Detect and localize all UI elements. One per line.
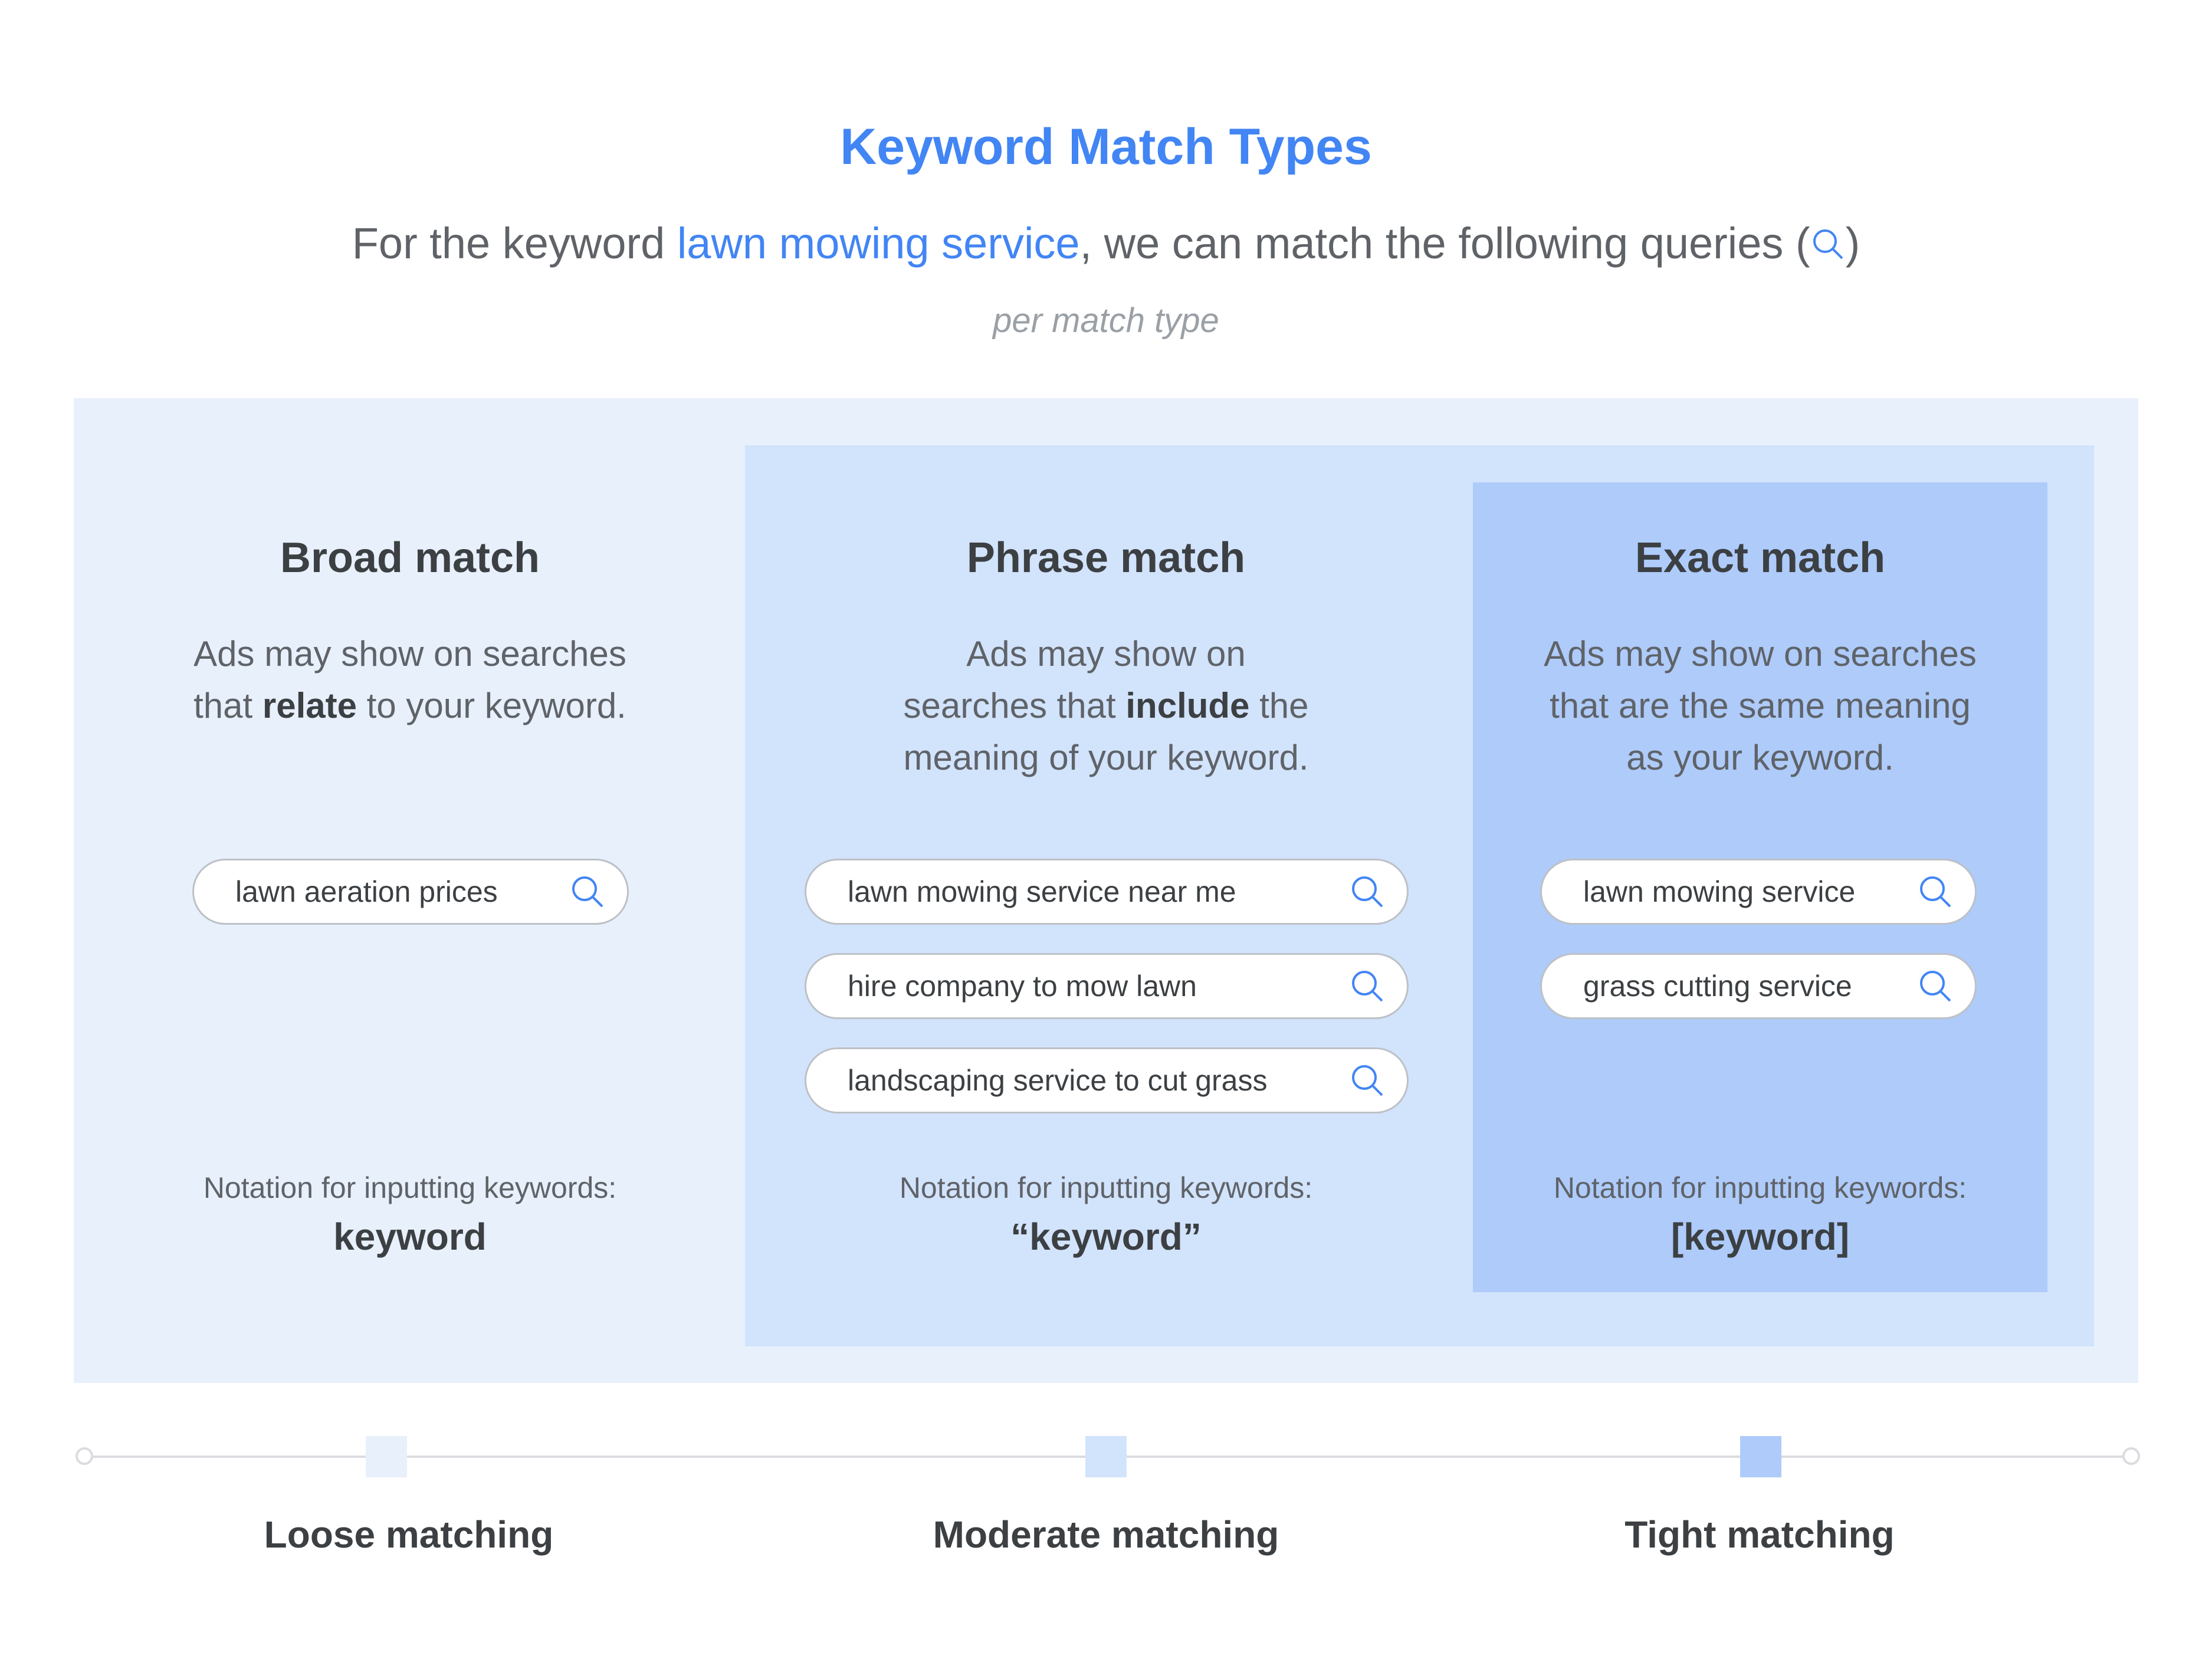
desc-text: Ads may show on searches — [1544, 634, 1977, 674]
desc-text: that — [193, 686, 262, 725]
notation-value: [keyword] — [1671, 1215, 1850, 1258]
description-line: Ads may show on searches — [130, 628, 690, 680]
column-phrase-match: Phrase match Ads may show on searches th… — [802, 0, 1410, 1356]
desc-text: to your keyword. — [357, 686, 626, 725]
desc-text: as your keyword. — [1626, 738, 1894, 777]
scale-marker-tight — [1740, 1436, 1781, 1477]
scale-end-endpoint — [2122, 1447, 2140, 1465]
search-icon[interactable] — [1917, 873, 1954, 910]
scale-start-endpoint — [76, 1447, 93, 1465]
search-icon[interactable] — [1349, 968, 1386, 1004]
search-query-text: lawn mowing service — [1583, 875, 1856, 908]
description-line: as your keyword. — [1473, 732, 2047, 784]
search-icon[interactable] — [1349, 873, 1386, 910]
description-line: that are the same meaning — [1473, 680, 2047, 732]
search-query-text: grass cutting service — [1583, 970, 1852, 1003]
column-description: Ads may show on searches that include th… — [802, 628, 1410, 784]
column-title: Exact match — [1635, 534, 1886, 582]
search-query-text: hire company to mow lawn — [848, 970, 1197, 1003]
column-title: Broad match — [280, 534, 540, 582]
search-icon[interactable] — [569, 873, 606, 910]
search-query-pill[interactable]: lawn aeration prices — [192, 859, 629, 925]
notation-label: Notation for inputting keywords: — [203, 1171, 617, 1204]
desc-text: meaning of your keyword. — [903, 738, 1309, 777]
search-query-text: lawn aeration prices — [235, 875, 498, 908]
notation-value: “keyword” — [1010, 1215, 1202, 1258]
desc-text: that are the same meaning — [1550, 686, 1971, 725]
scale-marker-loose — [366, 1436, 407, 1477]
notation-label: Notation for inputting keywords: — [899, 1171, 1313, 1204]
search-query-pill[interactable]: lawn mowing service near me — [805, 859, 1409, 925]
search-query-pill[interactable]: hire company to mow lawn — [805, 953, 1409, 1019]
desc-text: Ads may show on — [966, 634, 1246, 674]
column-description: Ads may show on searches that relate to … — [130, 628, 690, 732]
column-title: Phrase match — [966, 534, 1246, 582]
search-icon[interactable] — [1349, 1062, 1386, 1099]
column-exact-match: Exact match Ads may show on searches tha… — [1473, 0, 2047, 1356]
desc-text: the — [1249, 686, 1309, 725]
column-broad-match: Broad match Ads may show on searches tha… — [130, 0, 690, 1356]
search-query-text: lawn mowing service near me — [848, 875, 1236, 908]
description-line: searches that include the — [802, 680, 1410, 732]
description-line: that relate to your keyword. — [130, 680, 690, 732]
notation-label: Notation for inputting keywords: — [1553, 1171, 1967, 1204]
description-line: Ads may show on — [802, 628, 1410, 680]
description-line: Ads may show on searches — [1473, 628, 2047, 680]
scale-label-moderate: Moderate matching — [933, 1513, 1279, 1556]
desc-text: searches that — [903, 686, 1126, 725]
desc-emphasis: include — [1125, 686, 1250, 725]
search-query-pill[interactable]: landscaping service to cut grass — [805, 1047, 1409, 1113]
search-icon[interactable] — [1917, 968, 1954, 1004]
search-query-pill[interactable]: grass cutting service — [1540, 953, 1977, 1019]
notation-value: keyword — [333, 1215, 487, 1258]
search-query-pill[interactable]: lawn mowing service — [1540, 859, 1977, 925]
column-description: Ads may show on searches that are the sa… — [1473, 628, 2047, 784]
desc-emphasis: relate — [262, 686, 357, 725]
search-query-text: landscaping service to cut grass — [848, 1064, 1268, 1097]
scale-label-loose: Loose matching — [264, 1513, 554, 1556]
desc-text: Ads may show on searches — [193, 634, 626, 674]
description-line: meaning of your keyword. — [802, 732, 1410, 784]
scale-marker-moderate — [1085, 1436, 1127, 1477]
scale-label-tight: Tight matching — [1624, 1513, 1895, 1556]
